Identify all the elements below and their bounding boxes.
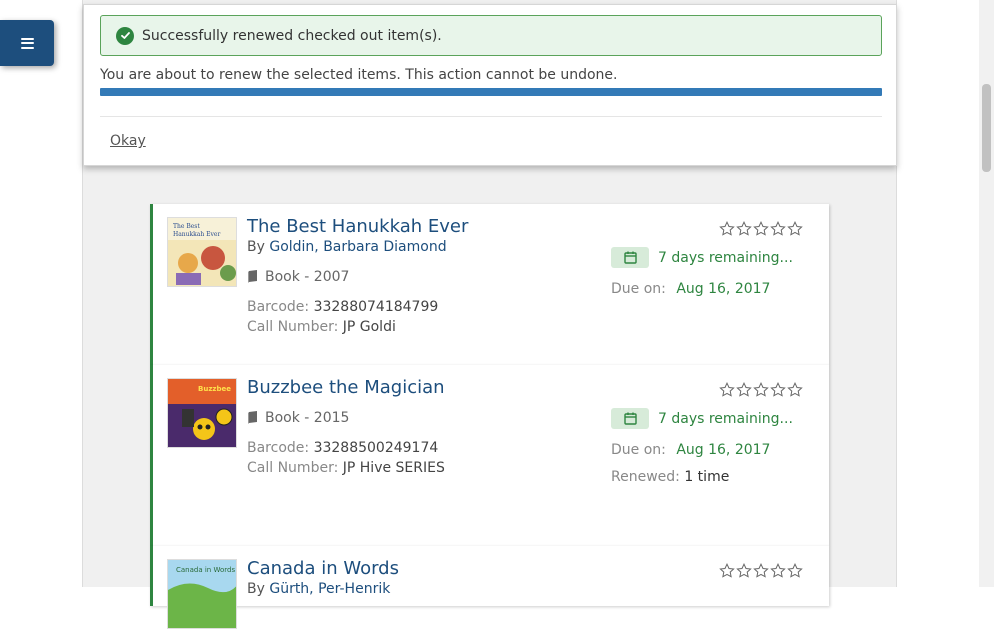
days-remaining: 7 days remaining...	[611, 408, 793, 429]
item-title-link[interactable]: Canada in Words	[247, 558, 399, 579]
barcode-label: Barcode:	[247, 440, 310, 456]
barcode-value: 33288074184799	[313, 299, 439, 315]
svg-text:The Best: The Best	[173, 223, 200, 230]
days-remaining-text: 7 days remaining...	[658, 410, 793, 427]
barcode-value: 33288500249174	[313, 440, 439, 456]
alert-message: Successfully renewed checked out item(s)…	[142, 27, 442, 44]
item-author: By Goldin, Barbara Diamond	[247, 239, 447, 255]
star-outline-icon[interactable]	[753, 382, 769, 398]
item-title-link[interactable]: Buzzbee the Magician	[247, 377, 445, 398]
svg-text:Hanukkah Ever: Hanukkah Ever	[173, 231, 220, 238]
call-number-value: JP Goldi	[342, 319, 396, 335]
star-outline-icon[interactable]	[770, 382, 786, 398]
book-cover-image[interactable]: Buzzbee	[167, 378, 237, 448]
due-date-value: Aug 16, 2017	[676, 442, 771, 458]
star-outline-icon[interactable]	[719, 221, 735, 237]
item-title-link[interactable]: The Best Hanukkah Ever	[247, 216, 468, 237]
item-format: Book - 2015	[247, 410, 349, 426]
book-cover-image[interactable]: The Best Hanukkah Ever	[167, 217, 237, 287]
star-outline-icon[interactable]	[787, 221, 803, 237]
item-format: Book - 2007	[247, 269, 349, 285]
format-label: Book - 2007	[265, 269, 350, 285]
due-date: Due on: Aug 16, 2017	[611, 281, 770, 297]
renewed-value: 1 time	[684, 469, 730, 485]
star-outline-icon[interactable]	[719, 382, 735, 398]
renew-modal: Successfully renewed checked out item(s)…	[83, 4, 897, 166]
star-outline-icon[interactable]	[753, 221, 769, 237]
star-rating[interactable]	[719, 382, 803, 398]
star-rating[interactable]	[719, 563, 803, 579]
due-label: Due on:	[611, 442, 666, 458]
star-outline-icon[interactable]	[770, 221, 786, 237]
days-remaining-text: 7 days remaining...	[658, 249, 793, 266]
checkout-item-card: The Best Hanukkah Ever The Best Hanukkah…	[150, 204, 829, 365]
modal-divider	[100, 116, 882, 117]
star-outline-icon[interactable]	[719, 563, 735, 579]
call-number-value: JP Hive SERIES	[342, 460, 445, 476]
renewed-count: Renewed: 1 time	[611, 469, 729, 485]
star-outline-icon[interactable]	[787, 382, 803, 398]
book-cover-image[interactable]: Canada in Words	[167, 559, 237, 629]
days-remaining: 7 days remaining...	[611, 247, 793, 268]
sidebar-menu-button[interactable]	[0, 20, 54, 66]
call-number-label: Call Number:	[247, 319, 339, 335]
star-outline-icon[interactable]	[736, 221, 752, 237]
success-alert: Successfully renewed checked out item(s)…	[100, 15, 882, 56]
item-barcode: Barcode: 33288074184799	[247, 299, 438, 315]
checkout-item-card: Canada in Words Canada in Words By Gürth…	[150, 546, 829, 629]
by-prefix: By	[247, 581, 265, 597]
item-author: By Gürth, Per-Henrik	[247, 581, 390, 597]
book-icon	[248, 411, 257, 424]
star-outline-icon[interactable]	[770, 563, 786, 579]
due-label: Due on:	[611, 281, 666, 297]
star-rating[interactable]	[719, 221, 803, 237]
book-icon	[248, 270, 257, 283]
okay-button[interactable]: Okay	[110, 133, 146, 149]
star-outline-icon[interactable]	[736, 563, 752, 579]
check-circle-icon	[116, 26, 134, 45]
renew-warning-text: You are about to renew the selected item…	[100, 67, 618, 83]
calendar-icon	[611, 408, 649, 429]
barcode-label: Barcode:	[247, 299, 310, 315]
page-scrollbar[interactable]	[979, 0, 994, 587]
scrollbar-thumb[interactable]	[982, 84, 991, 172]
star-outline-icon[interactable]	[736, 382, 752, 398]
renewed-label: Renewed:	[611, 469, 680, 485]
progress-fill	[100, 88, 882, 96]
renew-progress-bar	[100, 88, 882, 96]
item-call-number: Call Number: JP Hive SERIES	[247, 460, 445, 476]
item-call-number: Call Number: JP Goldi	[247, 319, 396, 335]
format-label: Book - 2015	[265, 410, 350, 426]
call-number-label: Call Number:	[247, 460, 339, 476]
svg-text:Buzzbee: Buzzbee	[198, 385, 231, 393]
author-link[interactable]: Gürth, Per-Henrik	[269, 581, 390, 597]
calendar-icon	[611, 247, 649, 268]
by-prefix: By	[247, 239, 265, 255]
svg-text:Canada in Words: Canada in Words	[176, 566, 235, 574]
due-date-value: Aug 16, 2017	[676, 281, 771, 297]
hamburger-menu-icon	[20, 37, 34, 49]
checkout-item-card: Buzzbee Buzzbee the Magician Book - 2015…	[150, 365, 829, 546]
star-outline-icon[interactable]	[753, 563, 769, 579]
item-barcode: Barcode: 33288500249174	[247, 440, 438, 456]
author-link[interactable]: Goldin, Barbara Diamond	[269, 239, 446, 255]
due-date: Due on: Aug 16, 2017	[611, 442, 770, 458]
star-outline-icon[interactable]	[787, 563, 803, 579]
